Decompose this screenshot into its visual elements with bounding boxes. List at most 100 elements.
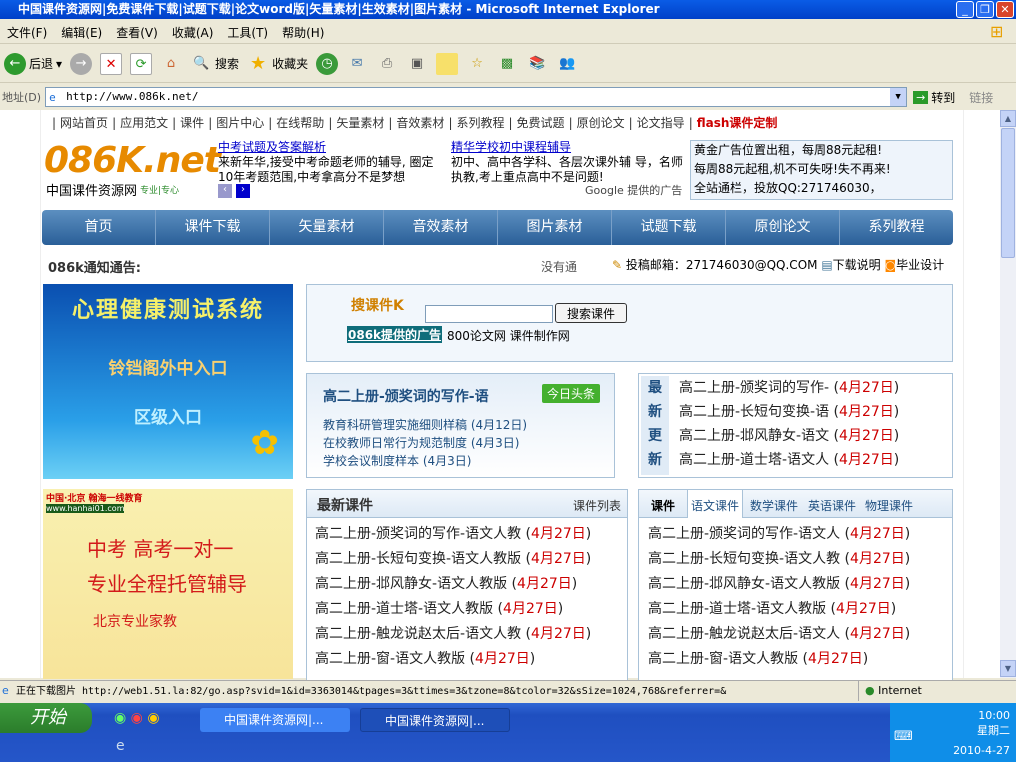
ie-quicklaunch-icon[interactable]: e [116, 738, 125, 754]
taskbar-item-active[interactable]: 中国课件资源网|... [360, 708, 510, 732]
tab-english[interactable]: 英语课件 [808, 497, 856, 514]
headline-title[interactable]: 高二上册-颁奖词的写作-语 [323, 386, 489, 406]
close-button[interactable]: ✕ [996, 1, 1014, 18]
nav-audio[interactable]: 音效素材 [384, 210, 498, 245]
image-icon[interactable]: ▩ [496, 53, 518, 75]
qq-icon[interactable]: ◉ [147, 710, 159, 726]
nav-papers[interactable]: 原创论文 [726, 210, 840, 245]
home-icon[interactable]: ⌂ [160, 53, 182, 75]
ad-next-button[interactable]: › [236, 184, 250, 198]
list-item[interactable]: 教育科研管理实施细则样稿 (4月12日) [323, 416, 527, 434]
ad-title-link[interactable]: 精华学校初中课程辅导 [451, 140, 571, 154]
start-button[interactable]: 开始 [0, 703, 92, 733]
history-icon[interactable]: ◷ [316, 52, 339, 75]
menu-favorites[interactable]: 收藏(A) [165, 20, 221, 45]
menu-edit[interactable]: 编辑(E) [54, 20, 109, 45]
refresh-icon[interactable]: ⟳ [130, 52, 153, 75]
tab-physics[interactable]: 物理课件 [865, 497, 913, 514]
search-courseware-button[interactable]: 搜索课件 [555, 303, 627, 323]
edit-icon[interactable]: ▣ [406, 53, 428, 75]
minimize-button[interactable]: _ [956, 1, 974, 18]
list-item[interactable]: 高二上册-邶风静女-语文 (4月27日) [679, 424, 899, 448]
topnav-link[interactable]: 论文指导 [633, 116, 689, 130]
list-item[interactable]: 高二上册-窗-语文人教版 (4月27日) [315, 647, 627, 672]
address-input[interactable]: e http://www.086k.net/ ▼ [45, 87, 908, 107]
list-item[interactable]: 高二上册-颁奖词的写作-语文人教 (4月27日) [315, 522, 627, 547]
nav-tutorials[interactable]: 系列教程 [840, 210, 953, 245]
menu-view[interactable]: 查看(V) [109, 20, 165, 45]
google-ads-label[interactable]: Google 提供的广告 [585, 182, 682, 198]
download-help-link[interactable]: 下载说明 [833, 258, 881, 272]
list-item[interactable]: 高二上册-道士塔-语文人教版 (4月27日) [648, 597, 952, 622]
topnav-link[interactable]: 矢量素材 [332, 116, 388, 130]
clock-time[interactable]: 10:00 [890, 709, 1010, 722]
thesis-link[interactable]: 毕业设计 [896, 258, 944, 272]
topnav-link[interactable]: 系列教程 [452, 116, 508, 130]
scroll-down-button[interactable]: ▼ [1000, 660, 1016, 677]
bookmark-icon[interactable]: ☆ [466, 53, 488, 75]
list-item[interactable]: 高二上册-长短句变换-语文人教版 (4月27日) [315, 547, 627, 572]
list-item[interactable]: 学校会议制度样本 (4月3日) [323, 452, 527, 470]
research-icon[interactable]: 📚 [526, 53, 548, 75]
nav-images[interactable]: 图片素材 [498, 210, 612, 245]
tutoring-banner[interactable]: 中国·北京 翰海一线教育 www.hanhai01.com 中考 高考一对一 专… [43, 489, 293, 679]
topnav-link[interactable]: 应用范文 [116, 116, 172, 130]
mail-icon[interactable]: ✉ [346, 53, 368, 75]
list-item[interactable]: 高二上册-道士塔-语文人 (4月27日) [679, 448, 899, 472]
menu-help[interactable]: 帮助(H) [275, 20, 331, 45]
list-item[interactable]: 在校教师日常行为规范制度 (4月3日) [323, 434, 527, 452]
ad-prev-button[interactable]: ‹ [218, 184, 232, 198]
favorites-button[interactable]: ★ 收藏夹 [247, 53, 308, 75]
list-item[interactable]: 高二上册-触龙说赵太后-语文人教 (4月27日) [315, 622, 627, 647]
print-icon[interactable]: ⎙ [376, 53, 398, 75]
list-item[interactable]: 高二上册-邶风静女-语文人教版 (4月27日) [315, 572, 627, 597]
list-item[interactable]: 高二上册-道士塔-语文人教版 (4月27日) [315, 597, 627, 622]
topnav-link[interactable]: 音效素材 [392, 116, 448, 130]
psych-test-banner[interactable]: 心理健康测试系统 铃铛阁外中入口 区级入口 ✿ [43, 284, 293, 479]
search-input[interactable] [425, 305, 553, 323]
tab-math[interactable]: 数学课件 [750, 497, 798, 514]
back-button[interactable]: ← 后退 ▾ [4, 52, 62, 75]
search-button[interactable]: 🔍 搜索 [190, 53, 239, 75]
list-item[interactable]: 高二上册-窗-语文人教版 (4月27日) [648, 647, 952, 672]
taskbar-item[interactable]: 中国课件资源网|... [200, 708, 350, 732]
note-icon[interactable] [436, 52, 459, 75]
scroll-up-button[interactable]: ▲ [1000, 110, 1016, 127]
list-item[interactable]: 高二上册-长短句变换-语文人教 (4月27日) [648, 547, 952, 572]
go-button[interactable]: 转到 [931, 89, 955, 106]
maximize-button[interactable]: ❐ [976, 1, 994, 18]
menu-tools[interactable]: 工具(T) [220, 20, 275, 45]
address-dropdown[interactable]: ▼ [890, 88, 907, 106]
nav-vector[interactable]: 矢量素材 [270, 210, 384, 245]
browser-icon[interactable]: ◉ [114, 710, 126, 726]
topnav-link[interactable]: 课件 [176, 116, 208, 130]
list-item[interactable]: 高二上册-长短句变换-语 (4月27日) [679, 400, 899, 424]
list-item[interactable]: 高二上册-触龙说赵太后-语文人 (4月27日) [648, 622, 952, 647]
topnav-link[interactable]: 免费试题 [513, 116, 569, 130]
list-item[interactable]: 高二上册-颁奖词的写作- (4月27日) [679, 376, 899, 400]
courseware-list-link[interactable]: 课件列表 [573, 497, 621, 514]
forward-button[interactable]: → [70, 52, 93, 75]
nav-exams[interactable]: 试题下载 [612, 210, 726, 245]
topnav-link[interactable]: 网站首页 [56, 116, 112, 130]
ad-title-link[interactable]: 中考试题及答案解析 [218, 140, 326, 154]
weibo-icon[interactable]: ◉ [131, 710, 143, 726]
topnav-flash-link[interactable]: flash课件定制 [693, 116, 782, 130]
ad-link[interactable]: 086k提供的广告 [347, 326, 443, 343]
nav-courseware[interactable]: 课件下载 [156, 210, 270, 245]
scroll-thumb[interactable] [1001, 128, 1015, 258]
banner-link[interactable]: 铃铛阁外中入口 [43, 354, 293, 379]
list-item[interactable]: 高二上册-邶风静女-语文人教版 (4月27日) [648, 572, 952, 597]
topnav-link[interactable]: 原创论文 [573, 116, 629, 130]
links-button[interactable]: 链接 [969, 89, 993, 106]
list-item[interactable]: 高二上册-颁奖词的写作-语文人 (4月27日) [648, 522, 952, 547]
messenger-icon[interactable]: 👥 [556, 53, 578, 75]
topnav-link[interactable]: 图片中心 [212, 116, 268, 130]
keyboard-icon[interactable]: ⌨ [894, 729, 913, 744]
tab-chinese[interactable]: 语文课件 [687, 490, 744, 518]
search-links[interactable]: 800论文网 课件制作网 [447, 327, 570, 344]
stop-icon[interactable]: ✕ [100, 52, 123, 75]
site-logo[interactable]: 086K.net [44, 140, 221, 181]
nav-home[interactable]: 首页 [42, 210, 156, 245]
topnav-link[interactable]: 在线帮助 [272, 116, 328, 130]
